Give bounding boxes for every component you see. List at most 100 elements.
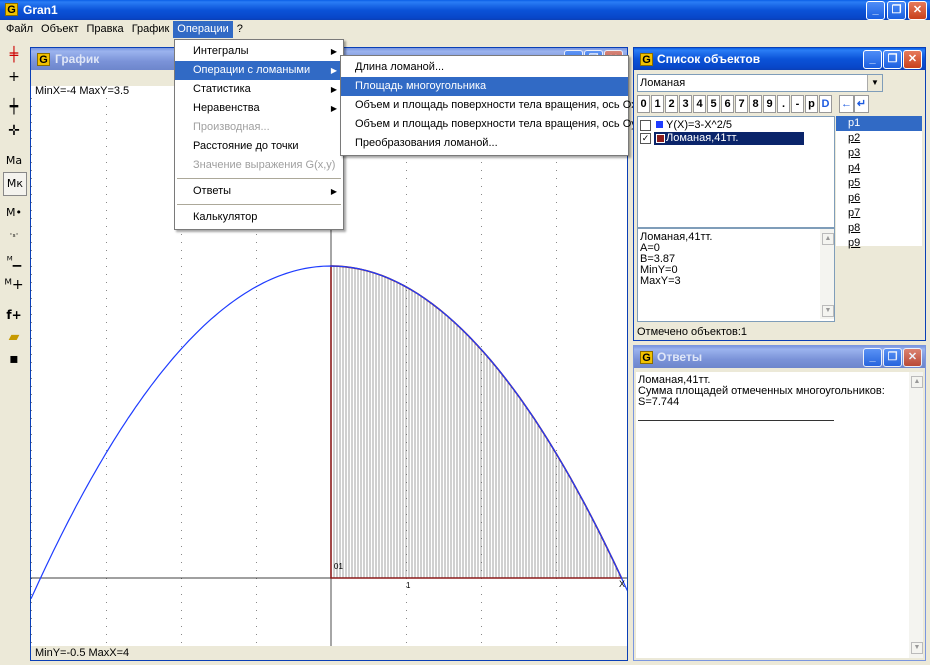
digit-button[interactable]: 1 <box>651 95 664 113</box>
objects-minimize-button[interactable]: _ <box>863 50 882 69</box>
param-item[interactable]: p6 <box>836 191 922 206</box>
save-icon[interactable]: ▪ <box>3 348 25 370</box>
minimize-button[interactable]: _ <box>866 1 885 20</box>
point-move-icon[interactable]: + <box>3 66 25 88</box>
scroll-down-icon[interactable]: ▼ <box>911 642 923 654</box>
menu-item-distance[interactable]: Расстояние до точки <box>175 137 343 156</box>
graph-bottom-status: MinY=-0.5 MaxX=4 <box>35 647 130 659</box>
checkbox[interactable]: ✓ <box>640 133 651 144</box>
param-item[interactable]: p9 <box>836 236 922 251</box>
digit-button[interactable]: 9 <box>763 95 776 113</box>
backspace-icon[interactable]: ← <box>839 95 854 113</box>
maximize-button[interactable]: ❐ <box>887 1 906 20</box>
answers-close-button[interactable]: ✕ <box>903 348 922 367</box>
submenu-item-rotation-ox[interactable]: Объем и площадь поверхности тела вращени… <box>341 96 637 115</box>
param-item[interactable]: p3 <box>836 146 922 161</box>
digit-button[interactable]: p <box>805 95 818 113</box>
menu-item-expression: Значение выражения G(x,y) <box>193 159 336 171</box>
menu-item-answers[interactable]: Ответы ▶ <box>175 182 343 201</box>
x-axis-label: X <box>619 579 625 589</box>
submenu-item-polygon-area[interactable]: Площадь многоугольника <box>341 77 628 96</box>
menu-separator <box>177 178 341 179</box>
param-item[interactable]: p2 <box>836 131 922 146</box>
checkbox[interactable] <box>640 120 651 131</box>
answers-minimize-button[interactable]: _ <box>863 348 882 367</box>
points-icon[interactable]: ·ₛ· <box>3 224 25 246</box>
list-item-label: Y(X)=3-X^2/5 <box>666 119 732 131</box>
answers-title-bar: G Ответы _ ❐ ✕ <box>634 346 925 368</box>
menu-item-integrals[interactable]: Интегралы ▶ <box>175 42 343 61</box>
scale-a-icon[interactable]: Ma <box>3 150 25 172</box>
digit-button[interactable]: D <box>819 95 832 113</box>
answers-window: G Ответы _ ❐ ✕ Ломаная,41тт. Сумма площа… <box>633 345 926 661</box>
menu-item-polyline-ops[interactable]: Операции с ломаными ▶ <box>175 61 343 80</box>
graph-bottom-bar: MinY=-0.5 MaxX=4 <box>31 646 627 660</box>
answers-text: Ломаная,41тт. Сумма площадей отмеченных … <box>638 374 885 408</box>
digit-button[interactable]: 3 <box>679 95 692 113</box>
menu-item-inequalities[interactable]: Неравенства ▶ <box>175 99 343 118</box>
tick-1-label: 1 <box>406 581 411 590</box>
digit-button[interactable]: 6 <box>721 95 734 113</box>
polygon-hatch <box>330 266 620 578</box>
digit-button[interactable]: 5 <box>707 95 720 113</box>
answers-text-area[interactable]: Ломаная,41тт. Сумма площадей отмеченных … <box>636 372 923 658</box>
digit-button[interactable]: . <box>777 95 790 113</box>
scroll-up-icon[interactable]: ▲ <box>822 233 834 245</box>
digit-button[interactable]: 2 <box>665 95 678 113</box>
digit-button[interactable]: - <box>791 95 804 113</box>
cross-icon[interactable]: ✛ <box>3 120 25 142</box>
digit-button[interactable]: 8 <box>749 95 762 113</box>
param-item[interactable]: p1 <box>836 116 922 131</box>
param-item[interactable]: p4 <box>836 161 922 176</box>
close-button[interactable]: ✕ <box>908 1 927 20</box>
submenu-item-rotation-oy[interactable]: Объем и площадь поверхности тела вращени… <box>341 115 637 134</box>
open-file-icon[interactable]: ▰ <box>3 326 25 348</box>
function-curve <box>31 265 627 600</box>
list-item[interactable]: Y(X)=3-X^2/5 <box>640 119 830 132</box>
list-item[interactable]: ✓ Ломаная,41тт. <box>640 132 830 145</box>
objects-maximize-button[interactable]: ❐ <box>883 50 902 69</box>
add-function-icon[interactable]: f+ <box>3 304 25 326</box>
objects-close-button[interactable]: ✕ <box>903 50 922 69</box>
scroll-down-icon[interactable]: ▼ <box>822 305 834 317</box>
objects-window: G Список объектов _ ❐ ✕ Ломаная ▼ 012345… <box>633 47 926 341</box>
plus-scale-icon[interactable]: ᴹ+ <box>3 274 25 296</box>
menu-graph[interactable]: График <box>128 21 174 38</box>
digit-button[interactable]: 7 <box>735 95 748 113</box>
menu-item-calculator[interactable]: Калькулятор <box>175 208 343 227</box>
menu-file[interactable]: Файл <box>2 21 37 38</box>
menu-item-statistics[interactable]: Статистика ▶ <box>175 80 343 99</box>
menu-bar: Файл Объект Правка График Операции? <box>2 21 247 38</box>
submenu-item-transform[interactable]: Преобразования ломаной... <box>341 134 628 153</box>
axis-icon[interactable]: ┿ <box>3 96 25 118</box>
chevron-down-icon[interactable]: ▼ <box>867 75 882 91</box>
app-icon: G <box>5 3 18 16</box>
menu-operations[interactable]: Операции <box>173 21 233 38</box>
operations-menu: Интегралы ▶ Операции с ломаными ▶ Статисти… <box>174 39 344 230</box>
list-item-label: Ломаная,41тт. <box>666 132 739 144</box>
app-title-bar: G Gran1 _ ❐ ✕ <box>0 0 930 20</box>
menu-edit[interactable]: Правка <box>83 21 128 38</box>
digit-button[interactable]: 4 <box>693 95 706 113</box>
object-type-dropdown[interactable]: Ломаная ▼ <box>637 74 883 92</box>
menu-help[interactable]: ? <box>233 21 247 38</box>
point-add-icon[interactable]: ╪ <box>3 44 25 66</box>
enter-icon[interactable]: ↵ <box>854 95 869 113</box>
scale-k-icon[interactable]: Mк <box>3 172 27 196</box>
menu-object[interactable]: Объект <box>37 21 82 38</box>
submenu-item-length[interactable]: Длина ломаной... <box>341 58 628 77</box>
scrollbar[interactable]: ▲ ▼ <box>909 372 923 658</box>
param-item[interactable]: p8 <box>836 221 922 236</box>
param-item[interactable]: p5 <box>836 176 922 191</box>
menu-item-derivative: Производная... <box>193 121 270 133</box>
objects-title-bar: G Список объектов _ ❐ ✕ <box>634 48 925 70</box>
answers-maximize-button[interactable]: ❐ <box>883 348 902 367</box>
answers-window-icon: G <box>640 351 653 364</box>
minus-scale-icon[interactable]: ᴹ▁ <box>3 250 25 272</box>
answers-title: Ответы <box>657 350 703 364</box>
scroll-up-icon[interactable]: ▲ <box>911 376 923 388</box>
digit-button[interactable]: 0 <box>637 95 650 113</box>
point-mark-icon[interactable]: M• <box>3 202 25 224</box>
scrollbar[interactable]: ▲ ▼ <box>820 229 834 319</box>
param-item[interactable]: p7 <box>836 206 922 221</box>
